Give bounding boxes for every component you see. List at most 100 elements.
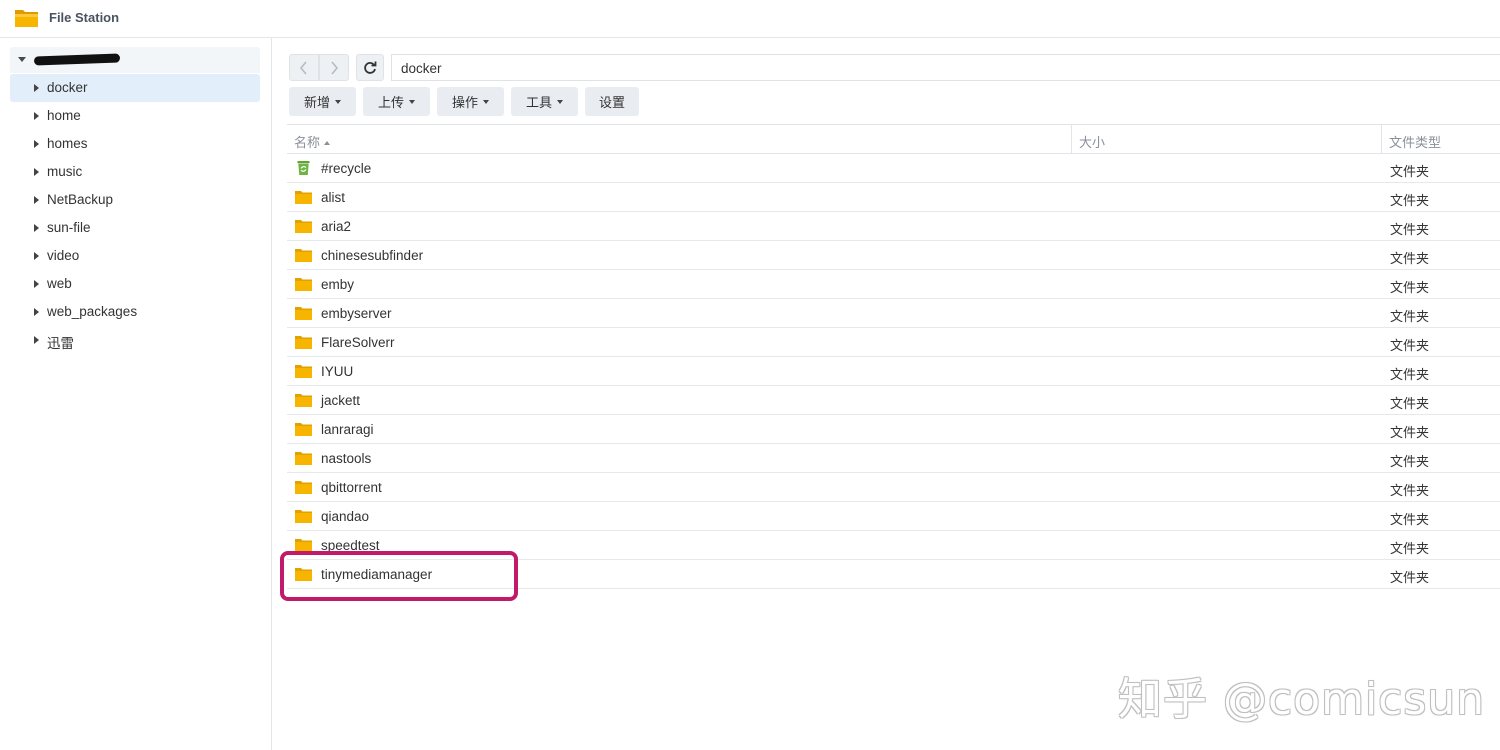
column-header-size[interactable]: 大小 xyxy=(1072,125,1382,154)
caret-down-icon[interactable] xyxy=(18,57,26,62)
file-name: jackett xyxy=(321,393,361,408)
table-row[interactable]: alist 文件夹 xyxy=(287,183,1500,212)
file-name: qbittorrent xyxy=(321,480,382,495)
folder-icon xyxy=(295,307,312,320)
folder-icon xyxy=(295,452,312,465)
file-type: 文件夹 xyxy=(1390,454,1430,469)
table-row[interactable]: chinesesubfinder 文件夹 xyxy=(287,241,1500,270)
settings-button[interactable]: 设置 xyxy=(585,87,639,116)
file-name: aria2 xyxy=(321,219,352,234)
table-row[interactable]: lanraragi 文件夹 xyxy=(287,415,1500,444)
sidebar-item-label: docker xyxy=(47,80,88,95)
sidebar-item-video[interactable]: video xyxy=(10,242,260,270)
file-type: 文件夹 xyxy=(1390,367,1430,382)
table-row[interactable]: FlareSolverr 文件夹 xyxy=(287,328,1500,357)
app-title: File Station xyxy=(49,10,120,25)
column-header-type[interactable]: 文件类型 xyxy=(1382,125,1500,154)
sidebar-item-music[interactable]: music xyxy=(10,158,260,186)
file-type: 文件夹 xyxy=(1390,193,1430,208)
file-name: embyserver xyxy=(321,306,392,321)
table-row[interactable]: nastools 文件夹 xyxy=(287,444,1500,473)
folder-icon xyxy=(295,568,312,581)
sidebar-item-web-packages[interactable]: web_packages xyxy=(10,298,260,326)
tree-root[interactable] xyxy=(10,47,260,73)
chevron-right-icon xyxy=(331,60,339,75)
back-button[interactable] xyxy=(289,54,319,81)
recycle-bin-icon xyxy=(297,160,310,176)
expand-arrow-icon[interactable] xyxy=(34,168,39,176)
expand-arrow-icon[interactable] xyxy=(34,224,39,232)
forward-button[interactable] xyxy=(319,54,349,81)
file-type: 文件夹 xyxy=(1390,425,1430,440)
expand-arrow-icon[interactable] xyxy=(34,112,39,120)
file-name: tinymediamanager xyxy=(321,567,433,582)
sidebar-item-label: web_packages xyxy=(47,304,138,319)
expand-arrow-icon[interactable] xyxy=(34,196,39,204)
path-field[interactable]: docker xyxy=(391,54,1500,81)
sidebar-item-homes[interactable]: homes xyxy=(10,130,260,158)
column-name-label: 名称 xyxy=(294,135,321,150)
sidebar-item-label: sun-file xyxy=(47,220,91,235)
column-header-name[interactable]: 名称 xyxy=(287,125,1072,154)
refresh-button[interactable] xyxy=(356,54,384,81)
file-type: 文件夹 xyxy=(1390,222,1430,237)
file-name: chinesesubfinder xyxy=(321,248,424,263)
file-name: qiandao xyxy=(321,509,370,524)
file-name: lanraragi xyxy=(321,422,374,437)
table-row[interactable]: IYUU 文件夹 xyxy=(287,357,1500,386)
create-button-label: 新增 xyxy=(303,95,330,110)
table-row[interactable]: embyserver 文件夹 xyxy=(287,299,1500,328)
settings-button-label: 设置 xyxy=(598,95,625,110)
column-type-label: 文件类型 xyxy=(1389,135,1442,150)
column-size-label: 大小 xyxy=(1079,135,1106,150)
file-name: nastools xyxy=(321,451,372,466)
tools-button[interactable]: 工具 xyxy=(511,87,578,116)
table-row[interactable]: speedtest 文件夹 xyxy=(287,531,1500,560)
file-name: #recycle xyxy=(321,161,372,176)
sidebar-item-sun-file[interactable]: sun-file xyxy=(10,214,260,242)
dropdown-arrow-icon xyxy=(335,99,341,104)
file-type: 文件夹 xyxy=(1390,570,1430,585)
expand-arrow-icon[interactable] xyxy=(34,336,39,344)
upload-button-label: 上传 xyxy=(377,95,404,110)
file-type: 文件夹 xyxy=(1390,280,1430,295)
folder-icon xyxy=(295,481,312,494)
file-name: speedtest xyxy=(321,538,380,553)
folder-icon xyxy=(295,365,312,378)
table-row[interactable]: tinymediamanager 文件夹 xyxy=(287,560,1500,589)
sidebar-item-netbackup[interactable]: NetBackup xyxy=(10,186,260,214)
dropdown-arrow-icon xyxy=(483,99,489,104)
file-type: 文件夹 xyxy=(1390,338,1430,353)
table-row[interactable]: #recycle 文件夹 xyxy=(287,154,1500,183)
sidebar-item-label: home xyxy=(47,108,81,123)
table-row[interactable]: qiandao 文件夹 xyxy=(287,502,1500,531)
file-name: alist xyxy=(321,190,346,205)
dropdown-arrow-icon xyxy=(409,99,415,104)
create-button[interactable]: 新增 xyxy=(289,87,356,116)
sort-ascending-icon xyxy=(324,141,331,145)
file-name: emby xyxy=(321,277,355,292)
sidebar-item-label: video xyxy=(47,248,80,263)
expand-arrow-icon[interactable] xyxy=(34,280,39,288)
folder-icon xyxy=(295,249,312,262)
sidebar-item-web[interactable]: web xyxy=(10,270,260,298)
folder-icon xyxy=(295,336,312,349)
file-type: 文件夹 xyxy=(1390,483,1430,498)
table-row[interactable]: jackett 文件夹 xyxy=(287,386,1500,415)
expand-arrow-icon[interactable] xyxy=(34,252,39,260)
expand-arrow-icon[interactable] xyxy=(34,84,39,92)
sidebar-item-home[interactable]: home xyxy=(10,102,260,130)
sidebar-item--[interactable]: 迅雷 xyxy=(10,326,260,354)
watermark: 知乎 @comicsun xyxy=(1118,674,1486,725)
chevron-left-icon xyxy=(299,60,307,75)
action-button[interactable]: 操作 xyxy=(437,87,504,116)
sidebar-item-docker[interactable]: docker xyxy=(10,74,260,102)
table-row[interactable]: aria2 文件夹 xyxy=(287,212,1500,241)
table-row[interactable]: emby 文件夹 xyxy=(287,270,1500,299)
folder-icon xyxy=(295,278,312,291)
upload-button[interactable]: 上传 xyxy=(363,87,430,116)
table-row[interactable]: qbittorrent 文件夹 xyxy=(287,473,1500,502)
expand-arrow-icon[interactable] xyxy=(34,140,39,148)
action-button-label: 操作 xyxy=(451,95,478,110)
expand-arrow-icon[interactable] xyxy=(34,308,39,316)
